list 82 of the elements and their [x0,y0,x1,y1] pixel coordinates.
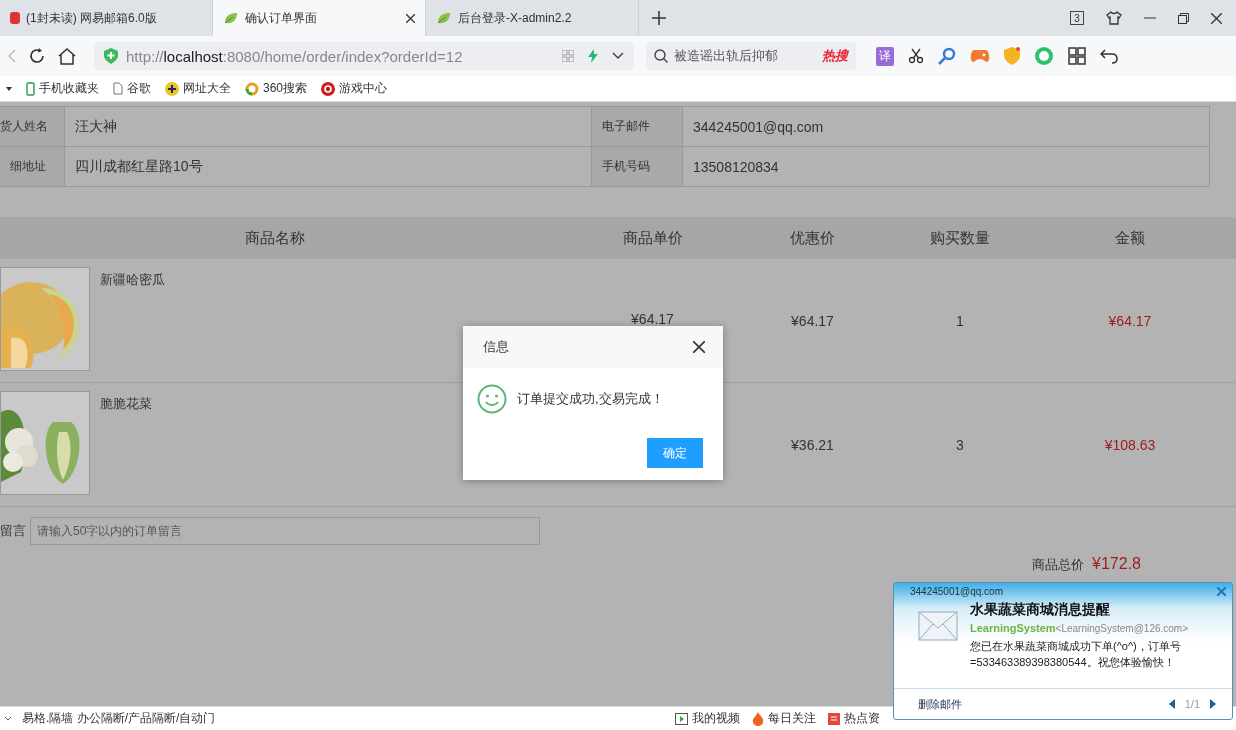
field-value: 13508120834 [683,147,1210,187]
column-header: 商品单价 [621,228,684,248]
notification-title: 水果蔬菜商城消息提醒 [970,601,1111,619]
plus-circle-icon [165,81,179,96]
discount-price: ¥64.17 [791,312,834,329]
field-label: 货人姓名 [0,107,65,147]
bookmark-link[interactable]: 网址大全 [165,80,231,97]
field-label: 手机号码 [592,147,683,187]
page-indicator: 1/1 [1184,698,1200,710]
status-link[interactable]: 我的视频 [675,710,740,727]
dialog-message: 订单提交成功,交易完成！ [517,390,664,408]
product-name: 新疆哈密瓜 [100,271,165,289]
reload-icon[interactable] [28,47,46,65]
hot-search-label[interactable]: 热搜 [822,47,848,65]
sender: LearningSystem<LearningSystem@126.com> [970,622,1190,634]
message-field[interactable]: 请输入50字以内的订单留言 [30,517,540,545]
undo-icon[interactable] [1100,48,1118,64]
next-icon[interactable] [1210,699,1216,709]
field-value: 344245001@qq.com [683,107,1210,147]
field-label: 细地址 [0,147,65,187]
notification-body: 您已在水果蔬菜商城成功下单(^o^)，订单号=533463389398380544。祝您体验愉快！ [970,639,1182,670]
gamepad-icon[interactable] [970,49,990,63]
leaf-icon [436,11,452,25]
dialog-title: 信息 [483,338,509,356]
search-icon [654,49,668,63]
envelope-icon [918,611,958,641]
discount-price: ¥36.21 [791,436,834,453]
search-text: 被造谣出轨后抑郁 [674,47,778,65]
plus-icon[interactable] [652,11,666,25]
address-field[interactable]: http://localhost:8080/home/order/index?orderId=12 [94,42,634,70]
field-label: 电子邮件 [592,107,683,147]
bookmark-link[interactable]: 360搜索 [245,80,308,97]
close-icon[interactable] [693,341,705,353]
chevron-down-icon[interactable] [612,52,624,60]
home-icon[interactable] [58,47,76,65]
amount: ¥64.17 [1108,312,1152,329]
shield-icon [104,48,118,64]
phone-icon [26,81,35,96]
previous-icon[interactable] [1168,699,1175,709]
status-link[interactable]: 热点资 [828,710,880,727]
status-link[interactable]: 每日关注 [752,710,816,727]
quantity: 1 [956,312,964,329]
browser-tab[interactable]: 确认订单界面 [213,0,426,36]
smiley-icon [477,384,507,414]
bookmark-link[interactable]: 手机收藏夹 [26,80,99,97]
column-header: 优惠价 [789,228,836,248]
grid-icon[interactable] [1068,47,1086,65]
chevron-down-icon[interactable] [4,715,12,722]
message-label: 留言 [0,522,26,540]
column-header: 商品名称 [244,228,306,248]
translate-button[interactable]: 译 [876,46,894,66]
delete-mail-link[interactable]: 删除邮件 [918,696,962,712]
shirt-icon[interactable] [1106,11,1122,25]
ad-link[interactable]: 易格.隔墙 办公隔断/产品隔断/自动门 [22,710,216,727]
close-icon[interactable] [1211,12,1222,24]
ring-icon [245,81,259,96]
leaf-icon [223,11,239,25]
total-value: ¥172.8 [1092,555,1141,573]
field-value: 四川成都红星路10号 [65,147,592,187]
account-email: 344245001@qq.com [910,586,1003,597]
column-header: 购买数量 [929,228,991,248]
quantity: 3 [956,436,964,453]
url-text: http://localhost:8080/home/order/index?orderId=12 [126,47,463,65]
unit-price: ¥64.17 [631,311,674,327]
bookmark-link[interactable]: 游戏中心 [321,80,388,97]
total-label: 商品总价 [1032,556,1085,574]
restore-icon[interactable] [1178,12,1189,24]
document-icon [113,82,123,95]
scissors-icon[interactable] [908,48,924,64]
column-header: 金额 [1114,228,1146,248]
news-icon [828,712,840,725]
bookmark-link[interactable]: 谷歌 [113,80,151,97]
amount: ¥108.63 [1104,436,1156,453]
shield-icon[interactable] [1004,47,1020,65]
search-field[interactable]: 被造谣出轨后抑郁 热搜 [646,42,856,70]
tab-count-badge[interactable]: 3 [1070,11,1084,25]
close-icon[interactable] [406,13,415,23]
play-icon [675,712,688,725]
product-name: 脆脆花菜 [100,395,152,413]
field-value: 汪大神 [65,107,592,147]
caret-down-icon[interactable] [6,86,12,91]
flame-icon [752,711,764,726]
